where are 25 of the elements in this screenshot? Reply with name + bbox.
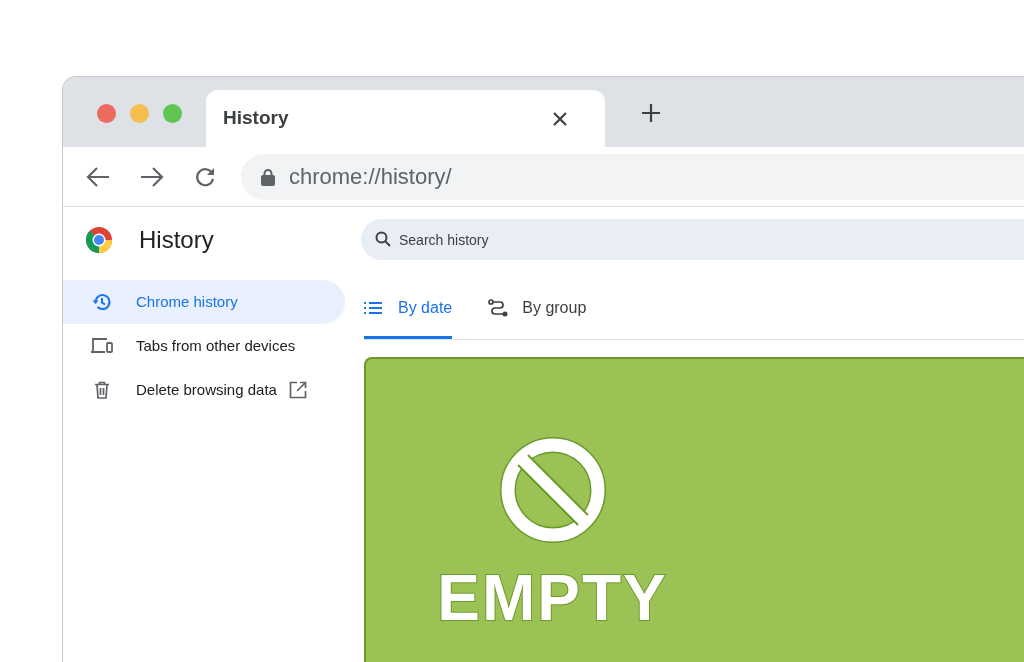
back-icon[interactable] [86,165,110,188]
new-tab-icon[interactable] [641,103,661,123]
list-icon [364,301,382,314]
empty-label: EMPTY [437,566,668,630]
browser-tab[interactable]: History [206,90,605,147]
tab-title: History [223,106,289,131]
url-text: chrome://history/ [289,163,452,191]
view-tab[interactable]: By group [488,276,587,339]
trash-icon [94,381,110,399]
history-icon [92,292,112,312]
sidebar-item[interactable]: Tabs from other devices [63,324,345,368]
search-field[interactable]: Search history [361,219,1024,260]
browser-logo-icon [85,226,113,254]
view-tab[interactable]: By date [364,276,453,339]
page-title: History [139,225,214,255]
address-bar[interactable]: chrome://history/ [241,153,1024,200]
close-tab-icon[interactable] [553,111,567,126]
search-icon [375,231,391,247]
reload-icon[interactable] [194,165,216,188]
route-icon [488,298,509,317]
sidebar-item[interactable]: Delete browsing data [63,368,345,412]
prohibited-icon [498,436,607,544]
sidebar-item[interactable]: Chrome history [63,280,345,324]
forward-icon[interactable] [140,165,164,188]
devices-icon [90,337,114,355]
